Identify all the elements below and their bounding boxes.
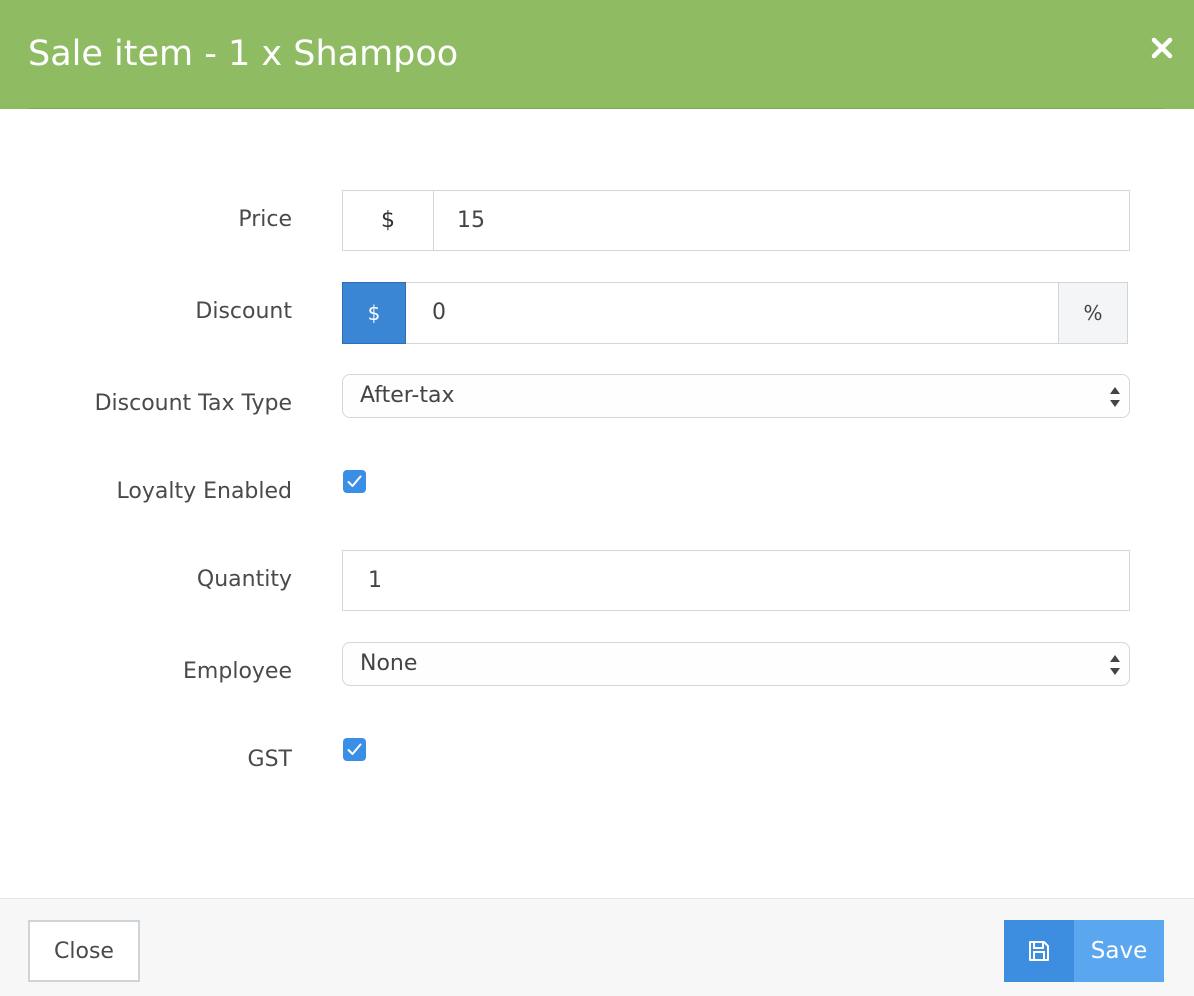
employee-label: Employee: [183, 659, 292, 684]
close-x-icon[interactable]: [1150, 36, 1174, 60]
quantity-label: Quantity: [196, 567, 292, 592]
price-label: Price: [238, 207, 292, 232]
employee-select[interactable]: None: [342, 642, 1130, 686]
floppy-disk-icon: [1004, 920, 1074, 982]
price-currency-addon: $: [343, 191, 434, 250]
header-divider: [28, 108, 1164, 109]
checkmark-icon: [347, 475, 362, 487]
employee-value: None: [360, 651, 418, 676]
price-input-group: $ 15: [342, 190, 1130, 251]
discount-label: Discount: [195, 299, 292, 324]
select-arrows-icon: [1109, 386, 1121, 408]
modal-title: Sale item - 1 x Shampoo: [28, 34, 459, 74]
loyalty-enabled-checkbox[interactable]: [343, 470, 366, 493]
discount-dollar-toggle[interactable]: $: [342, 282, 406, 344]
modal-header: Sale item - 1 x Shampoo: [0, 0, 1194, 109]
discount-percent-toggle[interactable]: %: [1058, 282, 1128, 344]
price-input[interactable]: 15: [457, 191, 485, 250]
close-button[interactable]: Close: [28, 920, 140, 982]
save-button-label: Save: [1090, 938, 1148, 964]
gst-checkbox[interactable]: [343, 738, 366, 761]
select-arrows-icon: [1109, 654, 1121, 676]
discount-input-group: $ 0 %: [342, 282, 1128, 344]
loyalty-enabled-label: Loyalty Enabled: [116, 479, 292, 504]
save-button[interactable]: Save: [1004, 920, 1164, 982]
quantity-field[interactable]: 1: [342, 550, 1130, 611]
gst-label: GST: [247, 747, 292, 772]
discount-tax-type-value: After-tax: [360, 383, 455, 408]
quantity-input[interactable]: 1: [368, 551, 382, 610]
discount-tax-type-label: Discount Tax Type: [94, 391, 292, 416]
discount-tax-type-select[interactable]: After-tax: [342, 374, 1130, 418]
discount-input[interactable]: 0: [432, 283, 446, 343]
checkmark-icon: [347, 743, 362, 755]
